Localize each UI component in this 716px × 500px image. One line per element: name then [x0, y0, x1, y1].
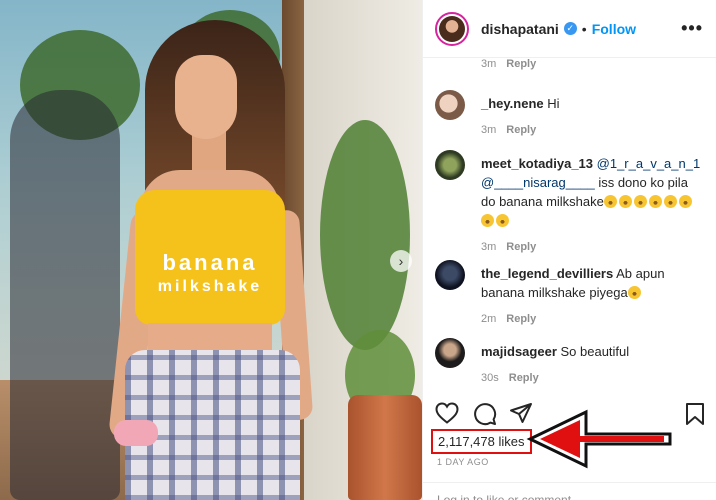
laughing-emoji-icon — [678, 195, 692, 208]
separator: • — [581, 20, 587, 37]
comment-username[interactable]: meet_kotadiya_13 — [481, 156, 593, 171]
comment-avatar[interactable] — [435, 260, 465, 290]
reply-button[interactable]: Reply — [506, 241, 536, 253]
comment-body: majidsageer So beautiful 30s Reply — [481, 342, 703, 388]
laughing-emoji-icon — [633, 195, 647, 208]
arrow-icon — [526, 409, 672, 469]
heart-icon[interactable] — [435, 402, 459, 424]
post-photo[interactable]: banana milkshake › — [0, 0, 422, 500]
top-print-line1: banana — [162, 250, 258, 275]
laughing-emoji-icon — [603, 195, 617, 208]
more-options-icon[interactable]: ••• — [681, 18, 703, 39]
laughing-emoji-icon — [496, 214, 509, 227]
top-print-line2: milkshake — [157, 278, 263, 295]
reply-button[interactable]: Reply — [506, 313, 536, 325]
comment-icon[interactable] — [473, 402, 497, 426]
avatar-image — [439, 15, 465, 42]
waist — [148, 323, 272, 353]
laughing-emoji-icon — [663, 195, 677, 208]
follow-button[interactable]: Follow — [592, 21, 636, 37]
username[interactable]: dishapatani — [481, 21, 559, 37]
comment-body: _hey.nene Hi 3m Reply — [481, 94, 703, 140]
add-comment-prompt[interactable]: Log in to like or comment. — [423, 482, 716, 500]
crop-top: banana milkshake — [135, 190, 285, 325]
comment-text: So beautiful — [560, 344, 630, 359]
avatar[interactable] — [435, 11, 469, 46]
comments-list[interactable]: 3m Reply _hey.nene Hi 3m Reply meet_kotadi… — [423, 58, 716, 394]
laughing-emoji-icon — [627, 286, 641, 299]
comment-meta: 2m Reply — [481, 310, 703, 329]
plant-foliage — [320, 120, 410, 350]
comment-avatar[interactable] — [435, 150, 465, 180]
comment-username[interactable]: the_legend_devilliers — [481, 266, 613, 281]
bookmark-icon[interactable] — [685, 402, 705, 426]
laughing-emoji-icon — [648, 195, 662, 208]
likes-count[interactable]: 2,117,478 likes — [431, 429, 532, 454]
reply-button[interactable]: Reply — [509, 372, 539, 384]
verified-icon: ✓ — [563, 22, 577, 35]
laughing-emoji-icon — [618, 195, 632, 208]
comment-meta: 30s Reply — [481, 369, 703, 388]
face — [175, 55, 237, 139]
comment-time: 3m — [481, 58, 497, 70]
comment-username[interactable]: _hey.nene — [481, 96, 544, 111]
comment-time: 3m — [481, 124, 497, 136]
comment-meta: 3m Reply — [481, 238, 703, 257]
reply-button[interactable]: Reply — [506, 124, 536, 136]
comment-time: 2m — [481, 313, 497, 325]
plant-pot — [348, 395, 422, 500]
comment-meta: 3m Reply — [481, 121, 703, 140]
person: banana milkshake — [108, 20, 314, 500]
comment-meta: 3m Reply — [481, 58, 536, 70]
comment-time: 3m — [481, 241, 497, 253]
comment-avatar[interactable] — [435, 338, 465, 368]
comment-body: the_legend_devilliers Ab apun banana mil… — [481, 264, 703, 329]
comment-username[interactable]: majidsageer — [481, 344, 557, 359]
post-header: dishapatani ✓ • Follow ••• — [423, 0, 716, 58]
comment-text: Hi — [547, 96, 560, 111]
reflection — [10, 90, 120, 500]
laughing-emoji-icon — [481, 214, 494, 227]
comment-mention[interactable]: @1_r_a_v_a_n_1 — [597, 156, 701, 171]
comment-body: meet_kotadiya_13 @1_r_a_v_a_n_1 @____nis… — [481, 154, 703, 257]
comment-time: 30s — [481, 372, 499, 384]
post-timestamp: 1 DAY AGO — [437, 457, 489, 467]
comment-avatar[interactable] — [435, 90, 465, 120]
scrunchie — [114, 420, 158, 446]
comment-mention[interactable]: @____nisarag____ — [481, 175, 595, 190]
reply-button[interactable]: Reply — [506, 58, 536, 70]
carousel-next-button[interactable]: › — [390, 250, 412, 272]
